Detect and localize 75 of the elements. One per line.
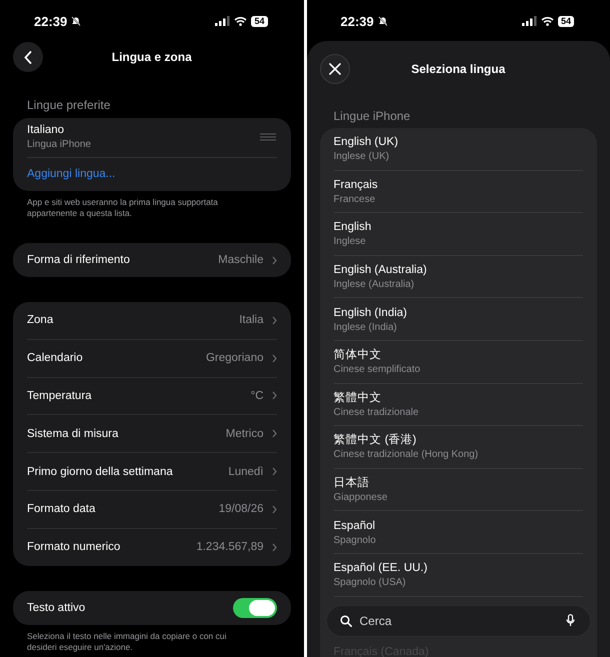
chevron-right-icon	[272, 504, 276, 514]
setting-value: 1.234.567,89	[196, 541, 264, 554]
toggle-switch[interactable]	[232, 598, 276, 618]
microphone-icon	[566, 614, 575, 627]
clock-time: 22:39	[34, 14, 68, 28]
bell-slash-icon	[378, 16, 388, 26]
language-name[interactable]: English	[334, 220, 372, 236]
language-subtitle: Giapponese	[334, 491, 388, 504]
battery-indicator: 54	[558, 16, 574, 26]
chevron-left-icon	[24, 50, 32, 64]
setting-label: Zona	[27, 314, 54, 326]
section-header: Lingue iPhone	[334, 109, 412, 123]
bell-slash-icon	[71, 16, 82, 26]
drag-handle-icon	[260, 133, 276, 141]
sheet-title: Seleziona lingua	[410, 62, 506, 76]
chevron-right-icon	[272, 256, 276, 264]
clock-time: 22:39	[340, 14, 374, 28]
language-name[interactable]: Español (EE. UU.)	[334, 561, 428, 576]
search-icon	[340, 615, 352, 627]
setting-label: Testo attivo	[27, 602, 86, 614]
chevron-right-icon	[272, 467, 276, 476]
setting-label: Calendario	[27, 352, 84, 364]
chevron-right-icon	[272, 542, 276, 552]
setting-label: Temperatura	[27, 390, 93, 402]
screen-title: Lingua e zona	[110, 50, 193, 64]
setting-label: Forma di riferimento	[27, 254, 131, 266]
wifi-icon	[234, 16, 248, 26]
chevron-right-icon	[272, 316, 276, 325]
language-subtitle: Inglese	[334, 235, 366, 248]
setting-value: Maschile	[218, 254, 264, 266]
add-language-link[interactable]: Aggiungi lingua...	[27, 158, 116, 191]
footer-note: Seleziona il testo nelle immagini da copiare o con cui desideri eseguire un'azione.	[27, 630, 228, 653]
signal-icon	[522, 16, 537, 26]
setting-label: Formato data	[27, 503, 96, 516]
language-subtitle: Inglese (Australia)	[334, 278, 414, 292]
setting-label: Primo giorno della settimana	[27, 466, 174, 478]
language-subtitle: Inglese (UK)	[334, 150, 390, 164]
language-name[interactable]: 繁體中文	[334, 390, 382, 406]
footer-note: App e siti web useranno la prima lingua supportata appartenente a questa lista.	[27, 197, 219, 219]
language-name[interactable]: 简体中文	[334, 348, 382, 364]
language-subtitle: Lingua iPhone	[27, 138, 91, 151]
signal-icon	[215, 16, 230, 26]
setting-value: Italia	[239, 314, 264, 326]
setting-label: Sistema di misura	[27, 428, 120, 440]
language-name[interactable]: English (Australia)	[334, 263, 427, 278]
setting-value: °C	[250, 390, 264, 402]
search-field[interactable]: Cerca	[326, 605, 591, 637]
close-button[interactable]	[320, 54, 350, 84]
language-name[interactable]: Français	[334, 178, 378, 193]
setting-value: Gregoriano	[206, 352, 264, 364]
chevron-right-icon	[272, 391, 276, 400]
language-subtitle: Cinese semplificato	[334, 363, 420, 376]
language-subtitle: Inglese (India)	[334, 320, 397, 334]
section-header: Lingue preferite	[27, 98, 112, 112]
language-name[interactable]: Español	[334, 518, 376, 534]
setting-value: 19/08/26	[218, 503, 264, 516]
setting-value: Metrico	[226, 428, 264, 440]
language-subtitle: Cinese tradizionale	[334, 406, 419, 419]
back-button[interactable]	[13, 42, 43, 72]
language-subtitle: Spagnolo	[334, 534, 376, 547]
chevron-right-icon	[272, 354, 276, 363]
wifi-icon	[540, 16, 554, 26]
language-name[interactable]: English (India)	[334, 306, 408, 321]
chevron-right-icon	[272, 429, 276, 438]
setting-value: Lunedì	[228, 466, 264, 478]
language-name[interactable]: English (UK)	[334, 135, 398, 150]
language-name[interactable]: 日本語	[334, 476, 370, 492]
battery-indicator: 54	[251, 16, 268, 26]
language-subtitle: Cinese tradizionale (Hong Kong)	[334, 448, 478, 462]
language-subtitle: Spagnolo (USA)	[334, 576, 406, 590]
language-name: Italiano	[27, 123, 66, 138]
setting-label: Formato numerico	[27, 541, 122, 554]
language-subtitle: Francese	[334, 192, 376, 206]
close-icon	[328, 63, 340, 75]
language-name[interactable]: 繁體中文 (香港)	[334, 433, 416, 448]
